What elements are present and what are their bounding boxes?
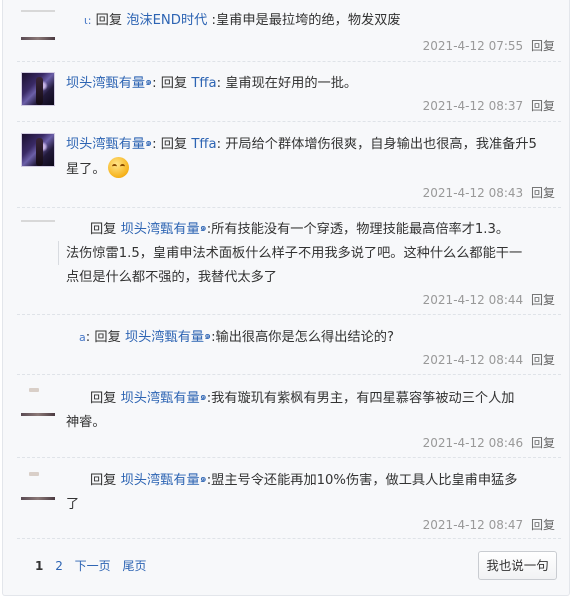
reply-target-link[interactable]: 坝头湾甄有量: [121, 222, 200, 237]
reply-target-link[interactable]: 泡沫END时代: [126, 13, 207, 28]
reply-button[interactable]: 回复: [531, 518, 555, 532]
reply-time: 2021-4-12 08:44: [422, 353, 524, 367]
level-icon: ๑: [145, 136, 153, 149]
username-link[interactable]: 坝头湾甄有量: [66, 76, 145, 91]
reply-text: 法伤惊雷1.5，皇甫申法术面板什么样子不用我多说了吧。这种什么么都能干一: [66, 246, 523, 261]
avatar[interactable]: [21, 470, 55, 500]
user-fragment[interactable]: ι:: [84, 14, 91, 27]
reply-content: ι: 回复 泡沫END时代 :皇甫申是最拉垮的绝，物发双废: [84, 9, 569, 33]
reply-text: 了: [66, 497, 80, 512]
reply-text: :所有技能没有一个穿透，物理技能最高倍率才1.3。: [206, 222, 510, 237]
reply-word: 回复: [90, 391, 117, 406]
reply-target-link[interactable]: 坝头湾甄有量: [121, 473, 200, 488]
reply-meta: 2021-4-12 08:37 回复: [423, 97, 555, 114]
divider: [17, 61, 561, 62]
reply-word: 回复: [160, 137, 188, 152]
divider: [17, 538, 561, 539]
reply-button[interactable]: 回复: [531, 99, 555, 113]
level-icon: ๑: [199, 472, 207, 485]
reply-target-link[interactable]: Tffa: [191, 137, 216, 152]
level-icon: ๑: [145, 75, 153, 88]
divider: [17, 457, 561, 458]
reply-button[interactable]: 回复: [531, 39, 555, 53]
username-link[interactable]: 坝头湾甄有量: [66, 137, 145, 152]
page-1-current: 1: [35, 559, 44, 573]
avatar[interactable]: [21, 72, 55, 106]
reply-text: :盟主号令还能再加10%伤害，做工具人比皇甫申猛多: [206, 473, 518, 488]
reply-meta: 2021-4-12 08:44 回复: [423, 351, 555, 368]
reply-text: :皇甫申是最拉垮的绝，物发双废: [207, 13, 401, 28]
reply-meta: 2021-4-12 08:47 回复: [423, 516, 555, 533]
reply-word: 回复: [90, 222, 117, 237]
reply-meta: 2021-4-12 08:46 回复: [423, 434, 555, 451]
reply-time: 2021-4-12 08:37: [422, 99, 524, 113]
avatar[interactable]: [21, 386, 55, 416]
level-icon: ๑: [199, 390, 207, 403]
reply-target-link[interactable]: 坝头湾甄有量: [121, 391, 200, 406]
divider: [17, 207, 561, 208]
reply-time: 2021-4-12 08:46: [422, 436, 524, 450]
smile-emoji-icon: [107, 157, 129, 178]
reply-time: 2021-4-12 08:43: [422, 186, 524, 200]
reply-content: 回复 坝头湾甄有量๑:所有技能没有一个穿透，物理技能最高倍率才1.3。 法伤惊雷…: [66, 216, 569, 290]
reply-word: 回复: [94, 330, 121, 345]
reply-list-container: ι: 回复 泡沫END时代 :皇甫申是最拉垮的绝，物发双废 2021-4-12 …: [2, 0, 570, 596]
reply-text: 神睿。: [66, 415, 106, 430]
reply-content: 坝头湾甄有量๑: 回复 Tffa: 皇甫现在好用的一批。: [66, 75, 358, 91]
reply-text: 点但是什么都不强的，我替代太多了: [66, 270, 277, 285]
reply-target-link[interactable]: Tffa: [191, 76, 216, 91]
reply-word: 回复: [160, 76, 188, 91]
reply-content: a: 回复 坝头湾甄有量๑:输出很高你是怎么得出结论的?: [79, 329, 394, 345]
level-icon: ๑: [199, 221, 207, 234]
avatar[interactable]: [21, 220, 55, 226]
reply-word: 回复: [90, 473, 117, 488]
reply-text: : 开局给个群体增伤很爽，自身输出也很高，我准备升5: [216, 137, 537, 152]
user-fragment[interactable]: a: [79, 331, 86, 344]
post-reply-button[interactable]: 我也说一句: [478, 551, 557, 580]
last-page-link[interactable]: 尾页: [123, 559, 147, 573]
reply-content: 回复 坝头湾甄有量๑:盟主号令还能再加10%伤害，做工具人比皇甫申猛多 了: [66, 467, 569, 517]
reply-button[interactable]: 回复: [531, 293, 555, 307]
reply-meta: 2021-4-12 07:55 回复: [423, 37, 555, 54]
next-page-link[interactable]: 下一页: [75, 559, 111, 573]
reply-meta: 2021-4-12 08:44 回复: [423, 291, 555, 308]
reply-button[interactable]: 回复: [531, 353, 555, 367]
reply-text: :我有璇玑有紫枫有男主，有四星慕容筝被动三个人加: [206, 391, 515, 406]
avatar[interactable]: [21, 10, 55, 40]
pagination: 1 2 下一页 尾页: [35, 557, 155, 574]
divider: [58, 241, 59, 265]
reply-target-link[interactable]: 坝头湾甄有量: [125, 330, 204, 345]
page-2-link[interactable]: 2: [55, 559, 63, 573]
reply-time: 2021-4-12 08:47: [422, 518, 524, 532]
reply-text: : 皇甫现在好用的一批。: [216, 76, 358, 91]
reply-text: 星了。: [66, 162, 106, 177]
divider: [17, 121, 561, 122]
reply-meta: 2021-4-12 08:43 回复: [423, 184, 555, 201]
reply-button[interactable]: 回复: [531, 186, 555, 200]
divider: [17, 314, 561, 315]
avatar[interactable]: [21, 133, 55, 167]
reply-content: 回复 坝头湾甄有量๑:我有璇玑有紫枫有男主，有四星慕容筝被动三个人加 神睿。: [66, 385, 569, 435]
reply-content: 坝头湾甄有量๑: 回复 Tffa: 开局给个群体增伤很爽，自身输出也很高，我准备…: [66, 136, 537, 178]
reply-time: 2021-4-12 08:44: [422, 293, 524, 307]
reply-text: :输出很高你是怎么得出结论的?: [211, 330, 394, 345]
divider: [17, 374, 561, 375]
reply-word: 回复: [95, 13, 123, 28]
reply-time: 2021-4-12 07:55: [422, 39, 524, 53]
reply-button[interactable]: 回复: [531, 436, 555, 450]
